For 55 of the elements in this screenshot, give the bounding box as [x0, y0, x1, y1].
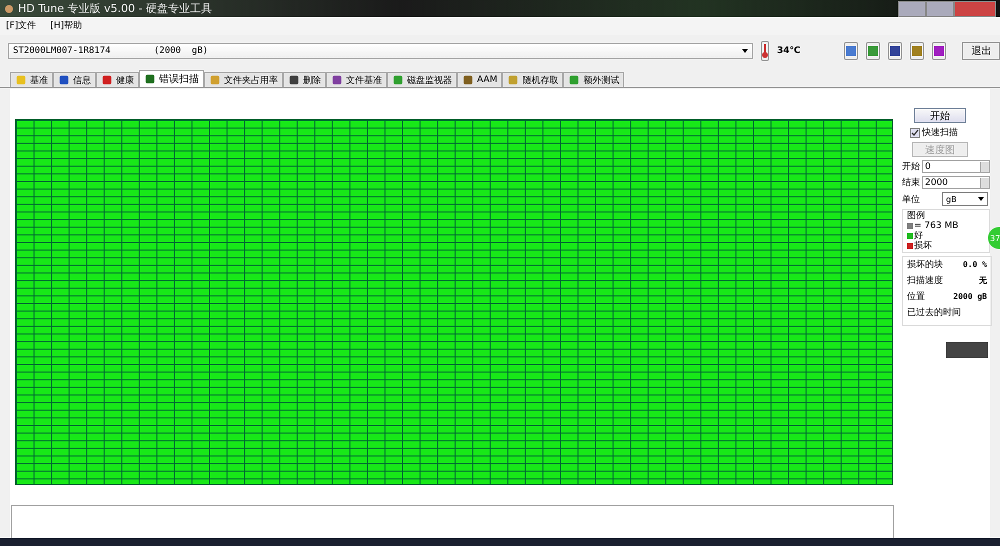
unit-dropdown[interactable]: gB — [942, 192, 988, 206]
tab-icon — [144, 73, 156, 85]
window-title: HD Tune 专业版 v5.00 - 硬盘专业工具 — [18, 1, 212, 16]
tab[interactable]: 信息 — [53, 72, 96, 87]
close-button[interactable] — [954, 0, 996, 16]
tab-icon — [392, 74, 404, 86]
field-label: 开始 — [902, 161, 920, 173]
tab-icon — [462, 74, 474, 86]
menu-item[interactable]: [F]文件 — [6, 19, 36, 33]
stat-label: 已过去的时间 — [907, 307, 961, 319]
field-label: 结束 — [902, 176, 920, 189]
tab-icon — [568, 74, 580, 86]
tab-icon — [507, 74, 520, 86]
tab[interactable]: 健康 — [96, 72, 139, 87]
menu-item[interactable]: [H]帮助 — [50, 19, 82, 33]
tab[interactable]: 随机存取 — [502, 72, 564, 87]
legend-label: 损坏 — [914, 241, 932, 251]
number-field[interactable]: 2000 — [922, 176, 990, 189]
tab[interactable]: 错误扫描 — [139, 70, 204, 87]
checkbox-label: 快速扫描 — [922, 126, 958, 139]
legend-title: 图例 — [907, 211, 925, 221]
legend-label: = 763 MB — [914, 221, 958, 231]
stat-label: 位置 — [907, 291, 925, 303]
caret-icon — [978, 197, 984, 201]
tab[interactable]: AAM — [457, 72, 502, 87]
tab[interactable]: 文件夹占用率 — [204, 72, 283, 87]
start-button[interactable]: 开始 — [914, 108, 966, 123]
exit-button[interactable]: 退出 — [962, 42, 1000, 60]
tab-icon — [209, 74, 221, 86]
stat-label: 扫描速度 — [907, 275, 943, 287]
tab-icon — [101, 74, 113, 86]
tab[interactable]: 基准 — [10, 72, 53, 87]
tab[interactable]: 磁盘监视器 — [387, 72, 457, 87]
stat-value: 无 — [979, 275, 987, 287]
tab-icon — [15, 74, 27, 86]
stat-value: 0.0 % — [962, 259, 987, 271]
minimize-button[interactable] — [898, 0, 926, 16]
stat-label: 损坏的块 — [907, 259, 943, 271]
tab[interactable]: 删除 — [283, 72, 326, 87]
drive-dropdown[interactable]: ST2000LM007-1R8174 (2000 gB) — [8, 43, 753, 59]
tab[interactable]: 文件基准 — [326, 72, 387, 87]
number-field[interactable]: 0 — [922, 160, 990, 173]
tab[interactable]: 额外测试 — [563, 72, 624, 87]
checkbox[interactable] — [910, 128, 920, 138]
maximize-button[interactable] — [926, 0, 954, 16]
tab-icon — [331, 74, 343, 86]
unit-label: 单位 — [902, 194, 920, 206]
tab-icon — [58, 74, 70, 86]
thermometer-icon — [761, 41, 769, 61]
app-icon — [4, 4, 14, 14]
temperature-reading: 34℃ — [777, 46, 800, 56]
legend-label: 好 — [914, 231, 923, 241]
caret-icon — [742, 49, 748, 53]
tab-icon — [288, 74, 300, 86]
stat-value: 2000 gB — [953, 291, 987, 303]
